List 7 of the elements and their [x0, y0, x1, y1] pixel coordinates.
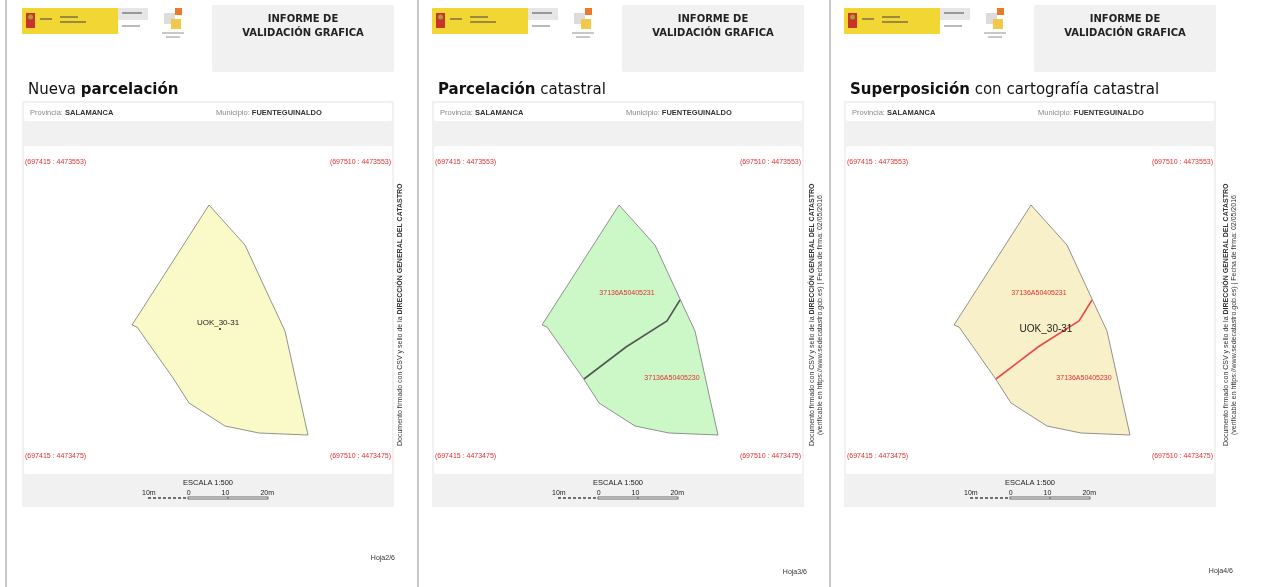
report-title: INFORME DE VALIDACIÓN GRAFICA [242, 12, 364, 40]
page-heading: Parcelación catastral [438, 79, 607, 99]
report-title: INFORME DE VALIDACIÓN GRAFICA [1064, 12, 1186, 40]
page-heading: Nueva parcelación [28, 79, 180, 99]
page-heading: Superposición con cartografía catastral [850, 79, 1161, 99]
parcel-label: UOK_30-31 [196, 317, 240, 327]
report-title: INFORME DE VALIDACIÓN GRAFICA [652, 12, 774, 40]
